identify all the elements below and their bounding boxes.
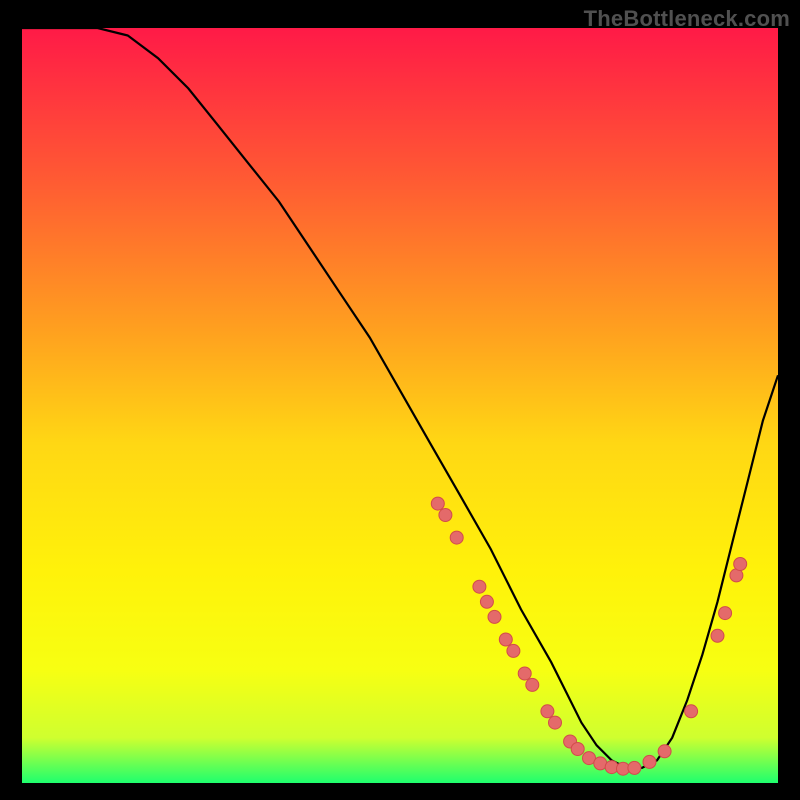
watermark-text: TheBottleneck.com bbox=[584, 6, 790, 32]
data-marker bbox=[488, 610, 501, 623]
data-marker bbox=[658, 745, 671, 758]
data-marker bbox=[473, 580, 486, 593]
data-marker bbox=[480, 595, 493, 608]
data-marker bbox=[549, 716, 562, 729]
data-marker bbox=[571, 743, 584, 756]
data-marker bbox=[628, 761, 641, 774]
plot-area bbox=[22, 28, 778, 783]
data-marker bbox=[518, 667, 531, 680]
data-marker bbox=[541, 705, 554, 718]
data-marker bbox=[499, 633, 512, 646]
data-marker bbox=[507, 644, 520, 657]
data-marker bbox=[734, 558, 747, 571]
chart-svg bbox=[22, 28, 778, 783]
data-marker bbox=[431, 497, 444, 510]
gradient-background bbox=[22, 28, 778, 783]
data-marker bbox=[439, 509, 452, 522]
data-marker bbox=[685, 705, 698, 718]
data-marker bbox=[711, 629, 724, 642]
data-marker bbox=[526, 678, 539, 691]
chart-stage: TheBottleneck.com bbox=[0, 0, 800, 800]
data-marker bbox=[643, 755, 656, 768]
data-marker bbox=[450, 531, 463, 544]
data-marker bbox=[719, 607, 732, 620]
